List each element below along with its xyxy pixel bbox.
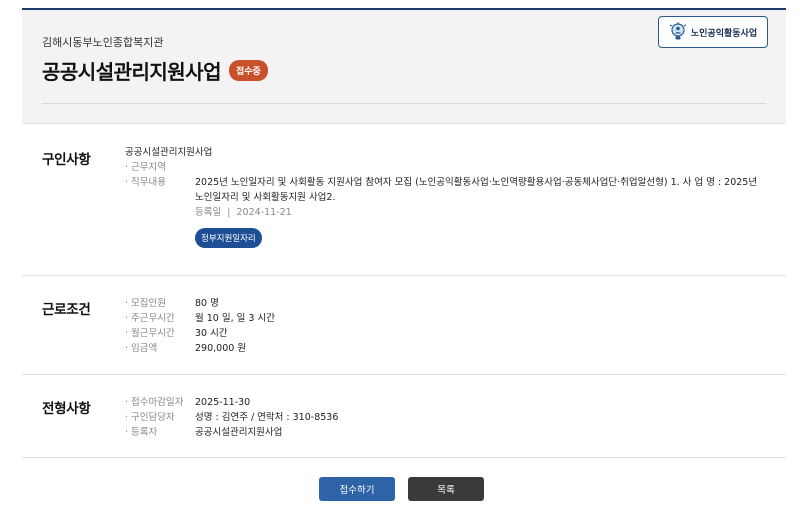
area-label: 근무지역 xyxy=(131,162,167,173)
job-name: 공공시설관리지원사업 xyxy=(125,147,213,158)
selection-value: 공공시설관리지원사업 xyxy=(195,427,283,438)
selection-row: · 등록자 공공시설관리지원사업 xyxy=(125,425,765,440)
condition-label: 모집인원 xyxy=(131,298,167,309)
job-duty-row: · 직무내용 2025년 노인일자리 및 사회활동 지원사업 참여자 모집 (노… xyxy=(125,175,765,205)
condition-label: 주근무시간 xyxy=(131,313,175,324)
section-conditions: 근로조건 · 모집인원 80 명 · 주근무시간 월 10 일, 일 3 시간 … xyxy=(22,275,786,374)
header-divider xyxy=(42,103,766,104)
condition-row: · 모집인원 80 명 xyxy=(125,296,765,311)
selection-value: 2025-11-30 xyxy=(195,397,251,408)
status-badge: 접수중 xyxy=(229,60,268,81)
condition-row: · 임금액 290,000 원 xyxy=(125,341,765,356)
reg-date-label: 등록일 xyxy=(195,207,222,218)
section-job: 구인사항 공공시설관리지원사업 · 근무지역 · 직무내용 2025년 노인일자… xyxy=(22,123,786,275)
condition-value: 월 10 일, 일 3 시간 xyxy=(195,313,275,324)
page-title: 공공시설관리지원사업 xyxy=(42,60,222,84)
reg-date-value: 2024-11-21 xyxy=(236,207,292,218)
condition-value: 80 명 xyxy=(195,298,219,309)
condition-label: 월근무시간 xyxy=(131,328,175,339)
condition-label: 임금액 xyxy=(131,343,158,354)
reg-date-row: 등록일 | 2024-11-21 xyxy=(195,207,292,218)
job-name-row: 공공시설관리지원사업 xyxy=(125,145,695,160)
org-name: 김해시동부노인종합복지관 xyxy=(42,36,164,49)
apply-button[interactable]: 접수하기 xyxy=(319,477,395,501)
selection-value: 성명 : 김연주 / 연락처 : 310-8536 xyxy=(195,412,339,423)
bottom-divider xyxy=(22,457,786,458)
condition-value: 30 시간 xyxy=(195,328,228,339)
section-selection: 전형사항 · 접수마감일자 2025-11-30 · 구인담당자 성명 : 김연… xyxy=(22,374,786,457)
section-title-conditions: 근로조건 xyxy=(42,302,91,318)
area-value xyxy=(195,160,765,175)
program-logo: 노인공익활동사업 xyxy=(658,16,768,48)
job-area-row: · 근무지역 xyxy=(125,160,765,175)
title-row: 공공시설관리지원사업 접수중 xyxy=(42,56,268,85)
duty-label: 직무내용 xyxy=(131,177,167,188)
condition-row: · 월근무시간 30 시간 xyxy=(125,326,765,341)
section-title-selection: 전형사항 xyxy=(42,401,91,417)
condition-value: 290,000 원 xyxy=(195,343,247,354)
selection-label: 접수마감일자 xyxy=(131,397,184,408)
condition-row: · 주근무시간 월 10 일, 일 3 시간 xyxy=(125,311,765,326)
logo-text: 노인공익활동사업 xyxy=(690,28,758,39)
duty-value: 2025년 노인일자리 및 사회활동 지원사업 참여자 모집 (노인공익활동사업… xyxy=(195,177,758,203)
selection-row: · 구인담당자 성명 : 김연주 / 연락처 : 310-8536 xyxy=(125,410,765,425)
job-tag: 정부지원일자리 xyxy=(195,228,262,248)
page-header: 김해시동부노인종합복지관 공공시설관리지원사업 접수중 노인공익활동사업 xyxy=(22,8,786,123)
selection-label: 등록자 xyxy=(131,427,158,438)
section-title-job: 구인사항 xyxy=(42,152,91,168)
list-button[interactable]: 목록 xyxy=(408,477,484,501)
lightbulb-person-icon xyxy=(669,22,687,42)
selection-row: · 접수마감일자 2025-11-30 xyxy=(125,395,765,410)
selection-label: 구인담당자 xyxy=(131,412,175,423)
